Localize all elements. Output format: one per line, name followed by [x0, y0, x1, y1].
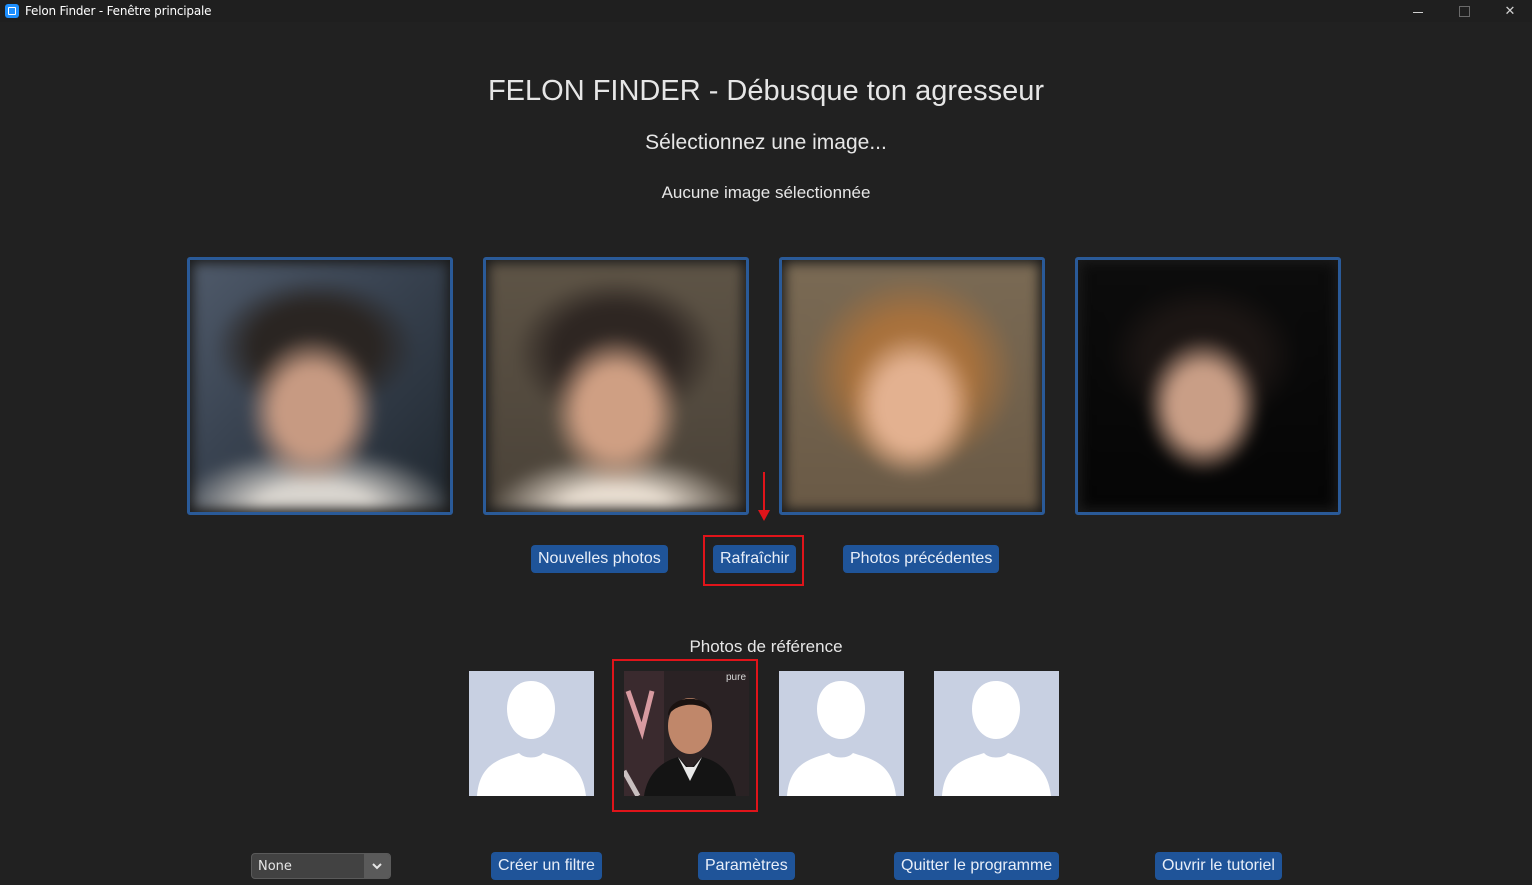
reference-slot-3[interactable] [779, 671, 904, 796]
reference-slot-4[interactable] [934, 671, 1059, 796]
annotation-arrow [763, 472, 765, 512]
instruction-text: Sélectionnez une image... [645, 131, 887, 154]
generated-face-2[interactable] [483, 257, 749, 515]
generated-face-4[interactable] [1075, 257, 1341, 515]
reference-slot-1[interactable] [469, 671, 594, 796]
face-image [785, 263, 1039, 509]
title-bar: Felon Finder - Fenêtre principale ✕ [0, 0, 1532, 22]
app-icon [5, 4, 19, 18]
previous-photos-button[interactable]: Photos précédentes [843, 545, 1000, 573]
reference-photos-label: Photos de référence [689, 637, 843, 656]
window-title: Felon Finder - Fenêtre principale [25, 4, 212, 18]
face-image [1081, 263, 1335, 509]
new-photos-button[interactable]: Nouvelles photos [531, 545, 668, 573]
generated-face-1[interactable] [187, 257, 453, 515]
maximize-button[interactable] [1441, 0, 1487, 22]
open-tutorial-button[interactable]: Ouvrir le tutoriel [1155, 852, 1282, 880]
face-image [193, 263, 447, 509]
generated-face-3[interactable] [779, 257, 1045, 515]
chevron-down-icon[interactable] [364, 854, 390, 878]
filter-select-value: None [258, 859, 292, 874]
filter-select[interactable]: None [251, 853, 391, 879]
person-placeholder-icon [934, 671, 1059, 796]
person-placeholder-icon [779, 671, 904, 796]
create-filter-button[interactable]: Créer un filtre [491, 852, 602, 880]
minimize-icon [1413, 11, 1423, 13]
annotation-arrowhead [758, 510, 770, 521]
face-image [489, 263, 743, 509]
close-button[interactable]: ✕ [1487, 0, 1532, 22]
settings-button[interactable]: Paramètres [698, 852, 795, 880]
minimize-button[interactable] [1395, 0, 1441, 22]
reference-highlight-box [612, 659, 758, 812]
page-title: FELON FINDER - Débusque ton agresseur [487, 75, 1045, 107]
maximize-icon [1458, 5, 1470, 17]
person-placeholder-icon [469, 671, 594, 796]
selection-status: Aucune image sélectionnée [661, 183, 871, 202]
refresh-highlight-box [703, 535, 804, 586]
quit-button[interactable]: Quitter le programme [894, 852, 1060, 880]
close-icon: ✕ [1504, 3, 1516, 18]
